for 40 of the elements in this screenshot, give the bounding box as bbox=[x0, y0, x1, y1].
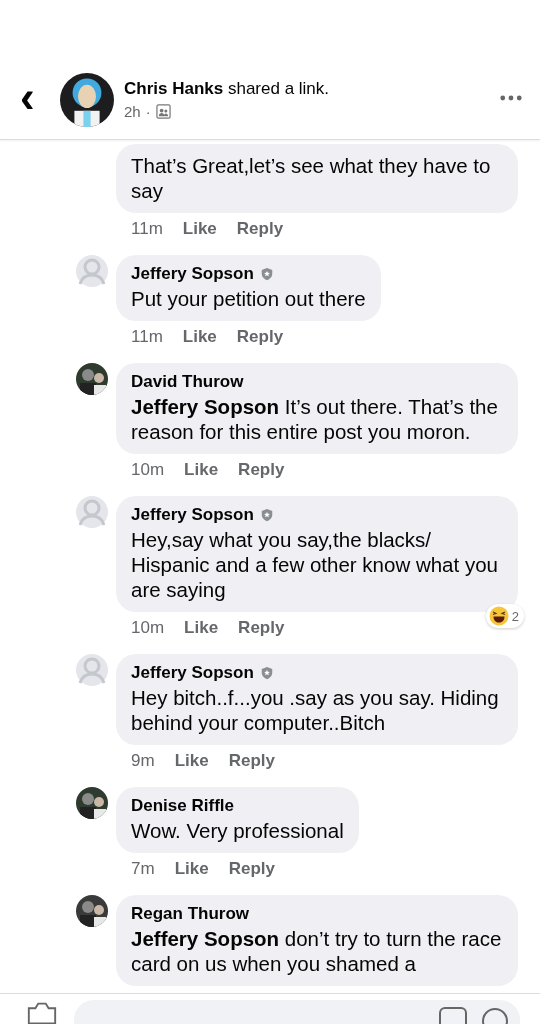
post-time: 2h bbox=[124, 103, 141, 120]
comment-author[interactable]: Denise Riffle bbox=[131, 796, 234, 816]
comment-text: Jeffery Sopson It’s out there. That’s the reason for this entire post you moron. bbox=[131, 394, 499, 444]
like-link[interactable]: Like bbox=[174, 751, 209, 771]
reply-link[interactable]: Reply bbox=[228, 859, 275, 879]
comment-text: Jeffery Sopson don’t try to turn the race card on us when you shamed a bbox=[131, 926, 503, 976]
reply-link[interactable]: Reply bbox=[228, 751, 275, 771]
like-link[interactable]: Like bbox=[184, 460, 219, 480]
reaction-count[interactable]: 2 bbox=[485, 604, 524, 628]
comment-time: 11m bbox=[131, 219, 163, 239]
comment-time: 7m bbox=[131, 859, 155, 879]
reply-link[interactable]: Reply bbox=[236, 219, 284, 239]
post-title: Chris Hanks shared a link. bbox=[124, 79, 331, 99]
comment-author[interactable]: David Thurow bbox=[131, 372, 244, 392]
group-audience-icon bbox=[155, 104, 171, 119]
comment-text: Hey,say what you say,the blacks/ Hispanic and a few other know what you are saying bbox=[131, 527, 499, 602]
like-link[interactable]: Like bbox=[174, 859, 209, 879]
like-link[interactable]: Like bbox=[182, 219, 217, 239]
reply-link[interactable]: Reply bbox=[236, 327, 284, 347]
comment-author[interactable]: Regan Thurow bbox=[131, 904, 250, 924]
reply-link[interactable]: Reply bbox=[238, 618, 285, 638]
comment-author[interactable]: Jeffery Sopson bbox=[131, 264, 254, 284]
comment-text: Put your petition out there bbox=[131, 286, 366, 311]
like-link[interactable]: Like bbox=[182, 327, 217, 347]
comment-author[interactable]: Jeffery Sopson bbox=[131, 505, 254, 525]
comment-time: 11m bbox=[131, 327, 163, 347]
comment-time: 10m bbox=[131, 460, 165, 480]
back-button[interactable]: ‹ bbox=[20, 76, 42, 117]
comment-time: 9m bbox=[131, 751, 155, 771]
laughing-emoji-icon bbox=[488, 606, 509, 626]
comment-text: Hey bitch..f...you .say as you say. Hiding behind your computer..Bitch bbox=[131, 685, 500, 735]
camera-icon[interactable] bbox=[26, 1000, 58, 1024]
more-options-icon[interactable] bbox=[500, 94, 522, 101]
like-link[interactable]: Like bbox=[184, 618, 219, 638]
comment-text: That’s Great,let’s see what they have to say bbox=[131, 153, 492, 203]
comment-time: 10m bbox=[131, 618, 165, 638]
reply-link[interactable]: Reply bbox=[238, 460, 285, 480]
comment-text: Wow. Very professional bbox=[131, 818, 344, 843]
separator-dot: · bbox=[145, 103, 151, 120]
comment-author[interactable]: Jeffery Sopson bbox=[131, 663, 254, 683]
